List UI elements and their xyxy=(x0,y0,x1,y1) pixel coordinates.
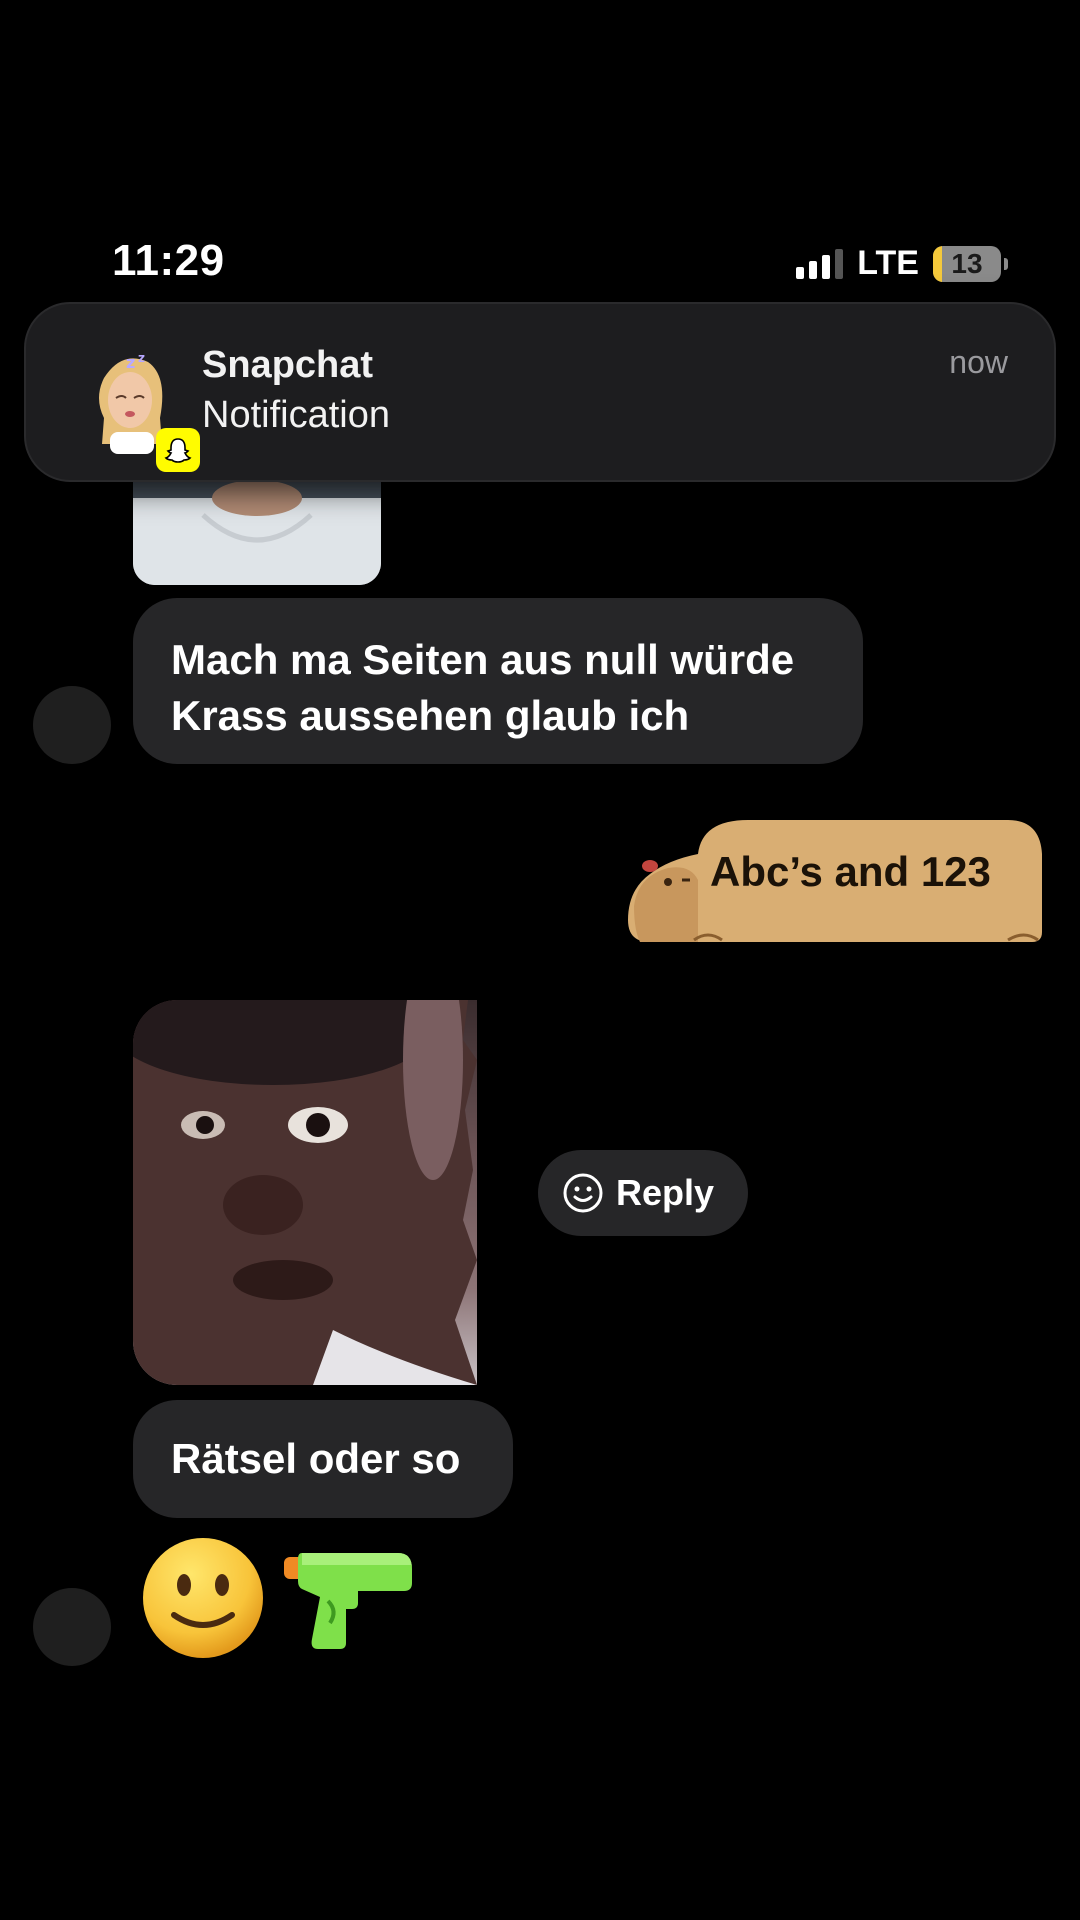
smiley-outline-icon xyxy=(563,1173,603,1213)
sender-avatar[interactable] xyxy=(33,1588,111,1666)
notification-body: Notification xyxy=(202,394,390,436)
svg-text:z: z xyxy=(138,351,145,365)
message-line: Krass aussehen glaub ich xyxy=(171,692,690,739)
battery-icon: 13 xyxy=(933,245,1008,282)
status-indicators: LTE 13 xyxy=(796,244,1008,283)
battery-fill xyxy=(933,245,942,282)
emoji-message[interactable] xyxy=(140,1535,420,1661)
message-text: Rätsel oder so xyxy=(171,1435,461,1482)
network-type: LTE xyxy=(857,244,919,282)
chat-image-partial[interactable] xyxy=(133,470,381,585)
battery-level: 13 xyxy=(951,247,983,279)
reply-label: Reply xyxy=(616,1172,715,1213)
sticker-text: Abc’s and 123 xyxy=(710,848,991,895)
status-time: 11:29 xyxy=(112,236,225,285)
cellular-signal-icon xyxy=(796,248,844,279)
message-bubble[interactable]: Rätsel oder so xyxy=(133,1400,513,1518)
chat-image[interactable] xyxy=(133,1000,477,1385)
sender-avatar[interactable] xyxy=(33,686,111,764)
svg-text:z: z xyxy=(126,353,135,372)
snapchat-ghost-icon xyxy=(156,428,200,472)
message-bubble[interactable]: Mach ma Seiten aus null würde Krass auss… xyxy=(133,598,863,764)
water-pistol-icon xyxy=(284,1553,412,1649)
sticker-message[interactable]: Abc’s and 123 xyxy=(628,820,1044,944)
bitmoji-avatar: z z xyxy=(82,348,200,472)
notification-time: now xyxy=(949,344,1008,380)
notification-banner[interactable]: z z Snapchat Notification now xyxy=(24,302,1056,482)
reply-button[interactable]: Reply xyxy=(538,1150,748,1236)
message-line: Mach ma Seiten aus null würde xyxy=(171,636,795,683)
slightly-smiling-face-icon xyxy=(143,1538,263,1658)
notification-app-name: Snapchat xyxy=(202,344,374,386)
